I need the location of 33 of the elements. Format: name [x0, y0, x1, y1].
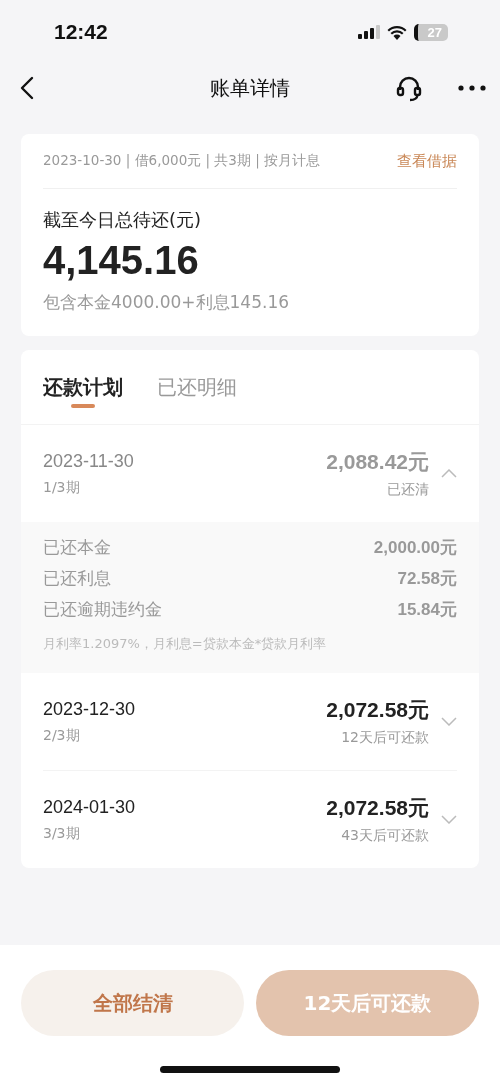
due-date: 2024-01-30: [43, 796, 137, 818]
detail-label: 已还利息: [43, 567, 111, 590]
detail-label: 已还本金: [43, 536, 111, 559]
installment-amount: 2,072.58元: [326, 795, 429, 821]
back-icon[interactable]: [20, 76, 34, 100]
detail-value: 15.84元: [397, 599, 457, 621]
amount-breakdown: 包含本金4000.00+利息145.16: [43, 291, 291, 314]
due-date: 2023-11-30: [43, 450, 135, 472]
installment-status: 12天后可还款: [341, 729, 429, 747]
rate-note: 月利率1.2097%，月利息=贷款本金*贷款月利率: [43, 635, 328, 653]
wifi-icon: [386, 24, 407, 40]
loan-info: 2023-10-30 | 借6,000元 | 共3期 | 按月计息: [43, 152, 321, 170]
tab[interactable]: 已还明细: [157, 350, 237, 424]
page-title: 账单详情: [210, 74, 290, 102]
view-contract-link[interactable]: 查看借据: [397, 151, 457, 171]
detail-value: 2,000.00元: [373, 537, 457, 559]
total-label: 截至今日总待还(元): [43, 208, 203, 232]
detail-value: 72.58元: [397, 568, 457, 590]
installment-status: 已还清: [387, 481, 429, 499]
installment-amount: 2,088.42元: [326, 449, 429, 475]
tab[interactable]: 还款计划: [43, 350, 123, 424]
total-amount: 4,145.16: [43, 238, 200, 283]
installment-status: 43天后可还款: [341, 827, 429, 845]
signal-icon: [357, 25, 380, 39]
settle-all-button[interactable]: 全部结清: [21, 970, 244, 1036]
status-time: 12:42: [54, 20, 108, 44]
period-label: 3/3期: [43, 824, 81, 843]
period-label: 2/3期: [43, 726, 81, 745]
period-label: 1/3期: [43, 478, 81, 497]
detail-label: 已还逾期违约金: [43, 598, 162, 621]
installment-amount: 2,072.58元: [326, 697, 429, 723]
due-date: 2023-12-30: [43, 698, 137, 720]
more-icon[interactable]: [458, 85, 486, 91]
